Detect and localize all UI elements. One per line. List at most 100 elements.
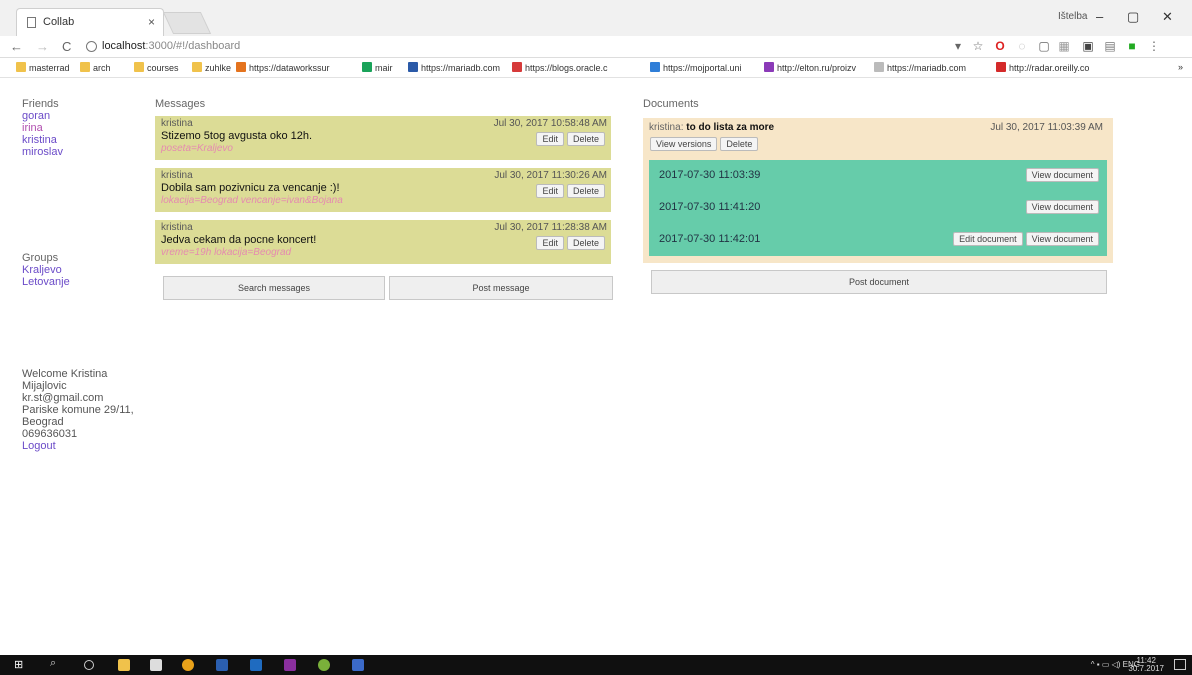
url-input[interactable]: localhost:3000/#!/dashboard [84, 38, 984, 56]
bookmark-item[interactable]: courses [134, 62, 179, 74]
bookmark-icon [874, 62, 884, 72]
ide-icon[interactable] [352, 659, 364, 671]
message-card: kristina Dobila sam pozivnicu za vencanj… [155, 168, 611, 212]
group-link[interactable]: Kraljevo [22, 264, 70, 276]
back-icon[interactable]: ← [10, 39, 23, 54]
profile-name[interactable]: Ištelba [1058, 11, 1087, 22]
app-icon[interactable] [318, 659, 330, 671]
outlook-icon[interactable] [250, 659, 262, 671]
bookmark-item[interactable]: https://mariadb.com [408, 62, 500, 74]
document-card: kristina: to do lista za more Jul 30, 20… [643, 118, 1113, 263]
square-icon[interactable]: ▢ [1038, 40, 1050, 52]
messages-panel: Messages kristina Stizemo 5tog avgusta o… [155, 98, 617, 300]
search-icon[interactable]: ⌕ [50, 657, 62, 669]
bookmark-label: https://dataworkssur [249, 63, 330, 73]
clock[interactable]: 11:42 30.7.2017 [1128, 657, 1164, 673]
bookmark-label: https://mariadb.com [421, 63, 501, 73]
bookmark-item[interactable]: https://dataworkssur [236, 62, 330, 74]
minimize-icon[interactable]: – [1096, 9, 1103, 24]
bookmark-item[interactable]: http://elton.ru/proizv [764, 62, 856, 74]
shield-icon[interactable]: ◌ [1016, 40, 1028, 52]
message-date: Jul 30, 2017 10:58:48 AM [493, 118, 607, 129]
new-tab-button[interactable] [162, 12, 212, 34]
forward-icon[interactable]: → [36, 39, 49, 54]
bookmark-item[interactable]: masterrad [16, 62, 70, 74]
friend-link[interactable]: miroslav [22, 146, 63, 158]
task-view-icon[interactable] [84, 660, 94, 670]
message-date: Jul 30, 2017 11:28:38 AM [494, 222, 607, 233]
delete-message-button[interactable]: Delete [566, 184, 605, 198]
group-link[interactable]: Letovanje [22, 276, 70, 288]
bookmark-item[interactable]: https://blogs.oracle.c [512, 62, 608, 74]
message-date: Jul 30, 2017 11:30:26 AM [494, 170, 607, 181]
opera-icon[interactable]: O [994, 40, 1006, 52]
menu-dots-icon[interactable]: ⋮ [1148, 40, 1160, 52]
user-address: Pariske komune 29/11, [22, 404, 134, 416]
info-icon[interactable] [86, 41, 97, 52]
edit-message-button[interactable]: Edit [536, 132, 564, 146]
grid-icon[interactable]: ▦ [1058, 40, 1070, 52]
edit-document-button[interactable]: Edit document [953, 232, 1023, 246]
bookmark-item[interactable]: http://radar.oreilly.co [996, 62, 1089, 74]
groups-heading: Groups [22, 252, 59, 264]
bookmark-item[interactable]: https://mariadb.com [874, 62, 966, 74]
file-explorer-icon[interactable] [118, 659, 130, 671]
view-document-button[interactable]: View document [1025, 232, 1099, 246]
version-row: 2017-07-30 11:41:20 View document [649, 192, 1107, 222]
bookmark-item[interactable]: arch [80, 62, 111, 74]
bookmark-item[interactable]: mair [362, 62, 393, 74]
word-icon[interactable] [216, 659, 228, 671]
bookmark-icon [236, 62, 246, 72]
friend-link[interactable]: kristina [22, 134, 63, 146]
bookmarks-more-icon[interactable]: » [1178, 62, 1183, 74]
store-icon[interactable] [150, 659, 162, 671]
puzzle-icon[interactable]: ▣ [1082, 40, 1094, 52]
documents-panel: Documents kristina: to do lista za more … [643, 98, 1113, 294]
bookmark-label: zuhlke [205, 63, 232, 73]
browser-tab[interactable]: Collab × [16, 8, 164, 36]
post-message-button[interactable]: Post message [389, 276, 613, 300]
chrome-icon[interactable] [182, 659, 194, 671]
view-versions-button[interactable]: View versions [650, 137, 718, 151]
friend-link[interactable]: irina [22, 122, 63, 134]
filter-icon[interactable]: ▾ [952, 40, 964, 52]
version-date: 2017-07-30 11:42:01 [659, 233, 761, 245]
bookmark-label: https://blogs.oracle.c [525, 63, 608, 73]
edit-message-button[interactable]: Edit [536, 236, 564, 250]
delete-document-button[interactable]: Delete [720, 137, 759, 151]
welcome-text: Welcome Kristina [22, 368, 108, 380]
evernote-icon[interactable]: ■ [1126, 40, 1138, 52]
browser-tabbar: Collab × Ištelba – ▢ ✕ [0, 0, 1192, 36]
view-document-button[interactable]: View document [1025, 168, 1099, 182]
delete-message-button[interactable]: Delete [566, 236, 605, 250]
windows-start-icon[interactable]: ⊞ [14, 658, 26, 671]
version-row: 2017-07-30 11:42:01 Edit document View do… [649, 224, 1107, 254]
tab-close-icon[interactable]: × [148, 15, 155, 29]
post-document-button[interactable]: Post document [651, 270, 1107, 294]
notifications-icon[interactable] [1174, 659, 1186, 670]
bookmark-icon [16, 62, 26, 72]
user-surname: Mijajlovic [22, 380, 67, 392]
view-document-button[interactable]: View document [1025, 200, 1099, 214]
bookmark-label: arch [93, 63, 111, 73]
edit-message-button[interactable]: Edit [536, 184, 564, 198]
friend-link[interactable]: goran [22, 110, 63, 122]
bookmark-icon [996, 62, 1006, 72]
versions-list: 2017-07-30 11:03:39 View document 2017-0… [649, 160, 1107, 256]
maximize-icon[interactable]: ▢ [1127, 9, 1139, 25]
dashboard: Friends goran irina kristina miroslav Gr… [0, 78, 1192, 655]
logout-link[interactable]: Logout [22, 440, 147, 452]
bookmark-item[interactable]: https://mojportal.uni [650, 62, 742, 74]
document-owner-name[interactable]: kristina [649, 122, 681, 133]
close-window-icon[interactable]: ✕ [1162, 9, 1173, 25]
search-messages-button[interactable]: Search messages [163, 276, 385, 300]
bookmark-item[interactable]: zuhlke [192, 62, 231, 74]
onenote-icon[interactable] [284, 659, 296, 671]
reload-icon[interactable]: C [62, 39, 71, 54]
version-date: 2017-07-30 11:03:39 [659, 169, 761, 181]
star-icon[interactable]: ☆ [972, 40, 984, 52]
message-card: kristina Jedva cekam da pocne koncert! v… [155, 220, 611, 264]
cast-icon[interactable]: ▤ [1104, 40, 1116, 52]
delete-message-button[interactable]: Delete [566, 132, 605, 146]
user-email: kr.st@gmail.com [22, 392, 104, 404]
